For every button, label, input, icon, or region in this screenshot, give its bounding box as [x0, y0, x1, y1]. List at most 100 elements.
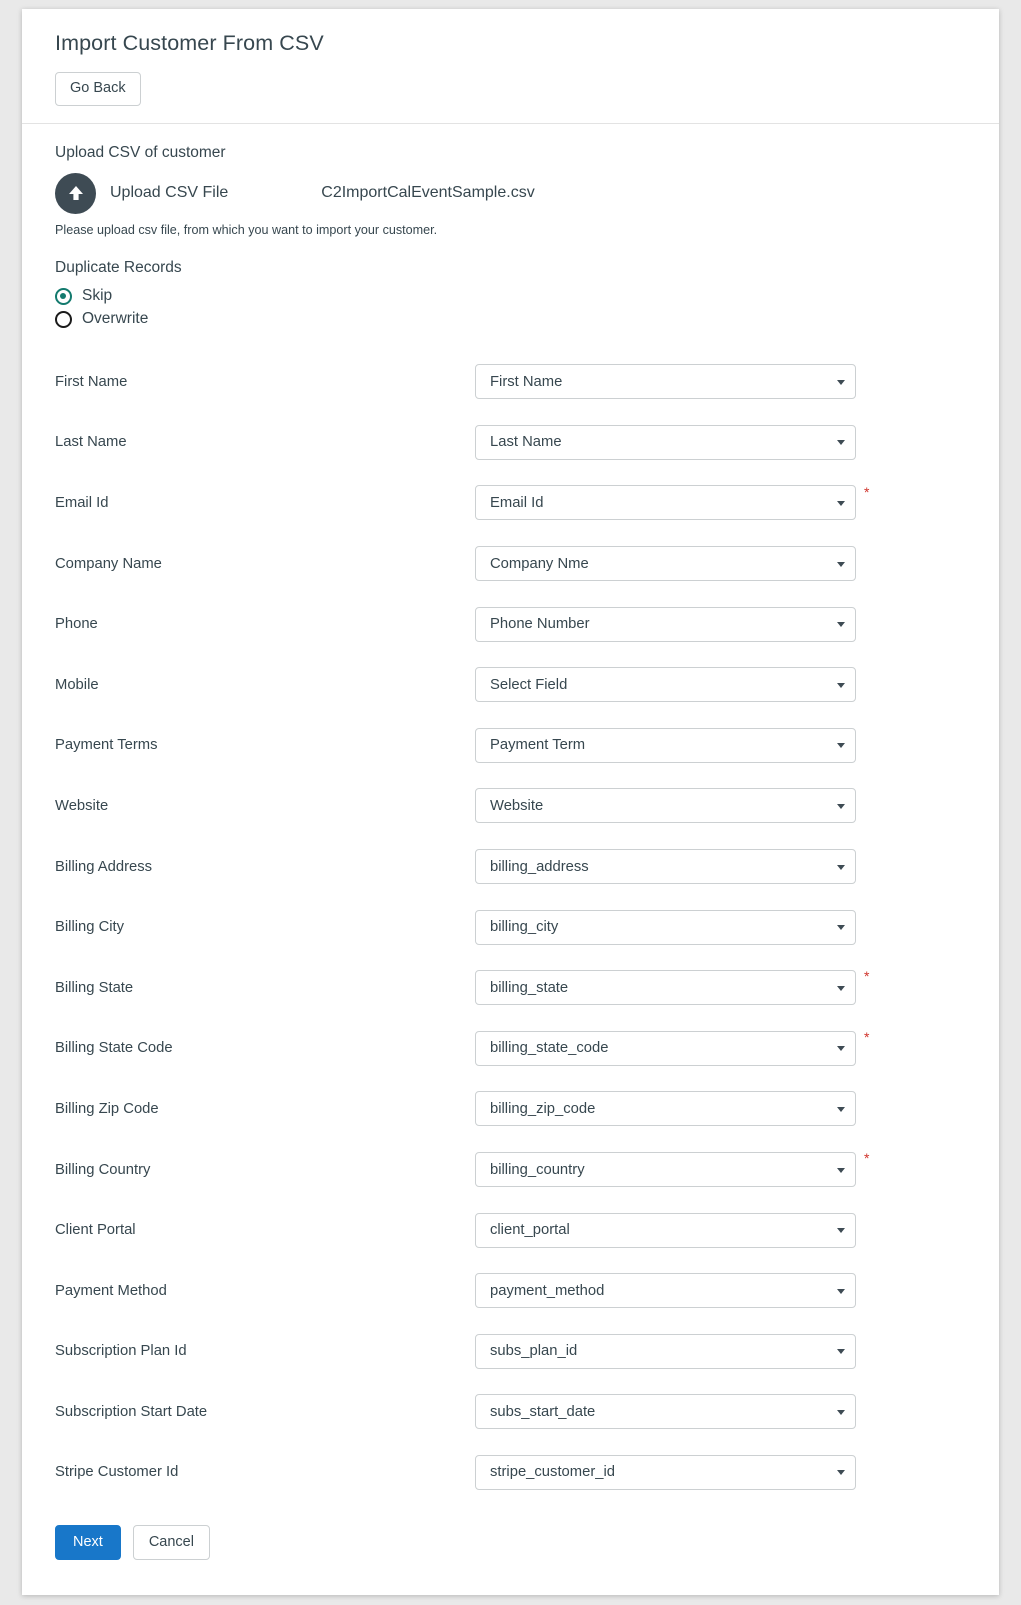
- field-select-wrapper: billing_zip_code: [475, 1091, 856, 1127]
- field-select[interactable]: billing_country: [475, 1152, 856, 1188]
- field-label: Billing City: [55, 919, 125, 936]
- field-select[interactable]: Payment Term: [475, 727, 856, 763]
- upload-hint-text: Please upload csv file, from which you w…: [55, 222, 438, 237]
- field-select-wrapper: subs_plan_id: [475, 1333, 856, 1369]
- field-select-wrapper: billing_address: [475, 849, 856, 885]
- import-customer-card: Import Customer From CSV Go Back Upload …: [22, 9, 999, 1595]
- field-label: Mobile: [55, 676, 99, 693]
- field-label: Subscription Plan Id: [55, 1343, 187, 1360]
- field-mapping-row: Billing Citybilling_city*: [55, 897, 999, 958]
- field-select-wrapper: billing_city: [475, 909, 856, 945]
- cancel-button[interactable]: Cancel: [132, 1524, 210, 1561]
- field-select[interactable]: subs_start_date: [475, 1394, 856, 1430]
- radio-skip-label: Skip: [82, 287, 113, 305]
- field-select[interactable]: billing_zip_code: [475, 1091, 856, 1127]
- field-select-wrapper: payment_method: [475, 1273, 856, 1309]
- radio-option-skip[interactable]: Skip: [55, 287, 205, 305]
- field-mapping-row: Client Portalclient_portal*: [55, 1200, 999, 1261]
- field-mapping-row: Last NameLast Name*: [55, 412, 999, 473]
- field-label: Phone: [55, 616, 98, 633]
- upload-csv-file-label[interactable]: Upload CSV File: [110, 184, 228, 202]
- field-select-wrapper: subs_start_date: [475, 1394, 856, 1430]
- field-select[interactable]: billing_city: [475, 909, 856, 945]
- upload-row: Upload CSV File C2ImportCalEventSample.c…: [55, 172, 999, 214]
- field-select-wrapper: Payment Term: [475, 727, 856, 763]
- field-label: Billing Country: [55, 1161, 151, 1178]
- field-label: Client Portal: [55, 1222, 136, 1239]
- field-label: Billing Zip Code: [55, 1100, 159, 1117]
- field-select-wrapper: Last Name: [475, 424, 856, 460]
- field-select[interactable]: subs_plan_id: [475, 1333, 856, 1369]
- field-select-wrapper: Select Field: [475, 667, 856, 703]
- required-asterisk: *: [864, 1150, 870, 1167]
- radio-overwrite-indicator[interactable]: [55, 310, 72, 328]
- card-header: Import Customer From CSV Go Back: [22, 9, 999, 124]
- radio-option-overwrite[interactable]: Overwrite: [55, 310, 205, 328]
- field-select-wrapper: Company Nme: [475, 546, 856, 582]
- field-select-wrapper: billing_state_code: [475, 1030, 856, 1066]
- field-select-wrapper: client_portal: [475, 1212, 856, 1248]
- duplicate-records-title: Duplicate Records: [55, 258, 182, 276]
- field-label: Last Name: [55, 434, 127, 451]
- field-label: Stripe Customer Id: [55, 1464, 179, 1481]
- field-label: Billing State: [55, 979, 134, 996]
- radio-overwrite-label: Overwrite: [82, 310, 149, 328]
- field-label: Website: [55, 797, 109, 814]
- uploaded-file-name: C2ImportCalEventSample.csv: [321, 184, 535, 201]
- field-select-wrapper: stripe_customer_id: [475, 1454, 856, 1490]
- field-mapping-row: First NameFirst Name*: [55, 352, 999, 413]
- field-mapping-row: Billing State billing_state *: [55, 957, 999, 1018]
- go-back-button[interactable]: Go Back: [55, 72, 141, 106]
- field-mapping-row: Subscription Start Datesubs_start_date*: [55, 1382, 999, 1443]
- page-title: Import Customer From CSV: [55, 31, 324, 55]
- field-mapping-row: Stripe Customer Idstripe_customer_id*: [55, 1442, 999, 1503]
- field-select[interactable]: billing_state_code: [475, 1030, 856, 1066]
- field-label: Payment Method: [55, 1282, 167, 1299]
- field-select[interactable]: payment_method: [475, 1273, 856, 1309]
- import-customer-page: Import Customer From CSV Go Back Upload …: [0, 0, 1021, 1605]
- field-mapping-row: WebsiteWebsite*: [55, 776, 999, 837]
- field-label: Subscription Start Date: [55, 1403, 208, 1420]
- required-asterisk: *: [864, 483, 870, 500]
- field-mapping-row: Email Id Email Id *: [55, 473, 999, 534]
- field-label: Billing Address: [55, 858, 153, 875]
- field-select[interactable]: Select Field: [475, 667, 856, 703]
- field-select[interactable]: Last Name: [475, 424, 856, 460]
- field-mapping-row: Company NameCompany Nme*: [55, 533, 999, 594]
- radio-skip-indicator[interactable]: [55, 287, 72, 305]
- field-select-wrapper: billing_state: [475, 970, 856, 1006]
- field-mapping-row: Subscription Plan Idsubs_plan_id*: [55, 1321, 999, 1382]
- required-asterisk: *: [864, 968, 870, 985]
- field-select[interactable]: Email Id: [475, 485, 856, 521]
- field-mapping-row: Billing Addressbilling_address*: [55, 836, 999, 897]
- field-label: Payment Terms: [55, 737, 158, 754]
- field-select[interactable]: billing_address: [475, 849, 856, 885]
- upload-arrow-icon[interactable]: [55, 172, 96, 214]
- field-select[interactable]: Phone Number: [475, 606, 856, 642]
- field-select[interactable]: First Name: [475, 364, 856, 400]
- field-label: First Name: [55, 373, 128, 390]
- field-mapping-row: Billing Zip Codebilling_zip_code*: [55, 1079, 999, 1140]
- field-mapping-row: MobileSelect Field*: [55, 654, 999, 715]
- required-asterisk: *: [864, 1029, 870, 1046]
- field-select-wrapper: Email Id: [475, 485, 856, 521]
- next-button[interactable]: Next: [55, 1524, 121, 1561]
- field-mapping-row: Billing Country billing_country *: [55, 1139, 999, 1200]
- field-label: Email Id: [55, 494, 109, 511]
- field-select-wrapper: Phone Number: [475, 606, 856, 642]
- field-select-wrapper: Website: [475, 788, 856, 824]
- field-mapping-row: PhonePhone Number*: [55, 594, 999, 655]
- field-label: Billing State Code: [55, 1040, 173, 1057]
- field-label: Company Name: [55, 555, 162, 572]
- field-mapping-row: Payment Methodpayment_method*: [55, 1260, 999, 1321]
- field-select[interactable]: Website: [475, 788, 856, 824]
- field-select[interactable]: client_portal: [475, 1212, 856, 1248]
- upload-section-title: Upload CSV of customer: [55, 143, 226, 161]
- field-mapping-row: Billing State Code billing_state_code *: [55, 1018, 999, 1079]
- field-select-wrapper: First Name: [475, 364, 856, 400]
- field-mapping-list: First Name First Name * Last Name Last Name *…: [55, 352, 999, 1503]
- footer-buttons: Next Cancel: [55, 1524, 999, 1591]
- field-select[interactable]: billing_state: [475, 970, 856, 1006]
- field-select[interactable]: stripe_customer_id: [475, 1454, 856, 1490]
- field-select[interactable]: Company Nme: [475, 546, 856, 582]
